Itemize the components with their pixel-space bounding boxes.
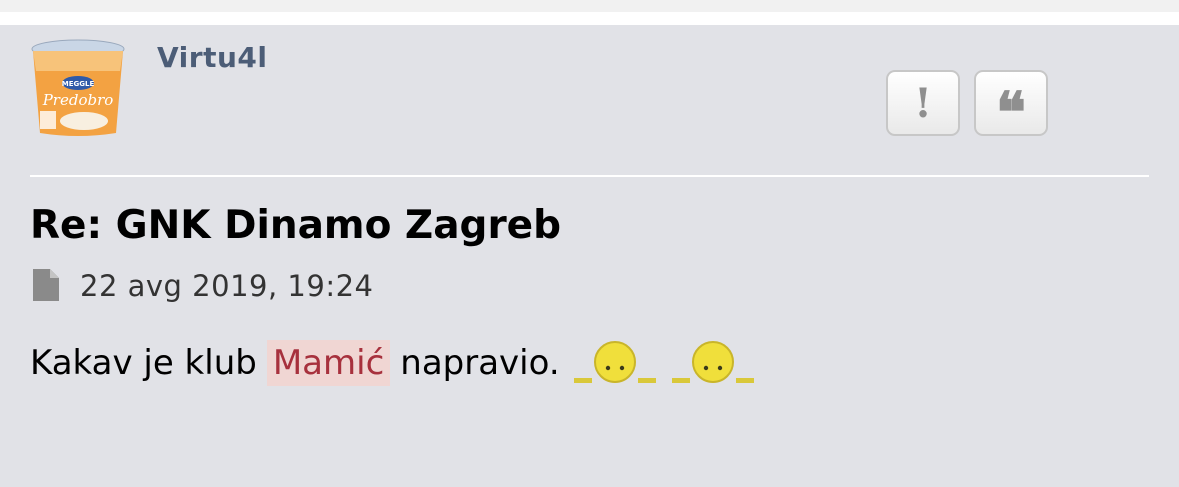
svg-text:Predobro: Predobro xyxy=(42,91,114,109)
post-title[interactable]: Re: GNK Dinamo Zagreb xyxy=(30,203,561,248)
sad-smiley-icon xyxy=(573,341,656,383)
file-icon xyxy=(33,269,59,301)
post-author-link[interactable]: Virtu4l xyxy=(157,41,267,74)
post-date: 22 avg 2019, 19:24 xyxy=(80,269,374,303)
quote-icon: ❝ xyxy=(995,80,1027,146)
post-divider xyxy=(30,175,1149,177)
report-button[interactable]: ! xyxy=(886,70,960,136)
content-text-before: Kakav je klub xyxy=(30,343,257,383)
svg-text:MEGGLE: MEGGLE xyxy=(62,80,95,88)
post-content: Kakav je klub Mamić napravio. xyxy=(30,338,758,388)
highlighted-word: Mamić xyxy=(266,340,391,386)
content-text-after: napravio. xyxy=(400,343,560,383)
page-top-strip xyxy=(0,0,1179,12)
quote-button[interactable]: ❝ xyxy=(974,70,1048,141)
sad-smiley-icon xyxy=(671,341,754,383)
user-avatar[interactable]: MEGGLE Predobro xyxy=(30,39,126,137)
exclamation-icon: ! xyxy=(914,79,932,127)
forum-post: MEGGLE Predobro Virtu4l ! ❝ Re: GNK Dina… xyxy=(0,25,1179,487)
